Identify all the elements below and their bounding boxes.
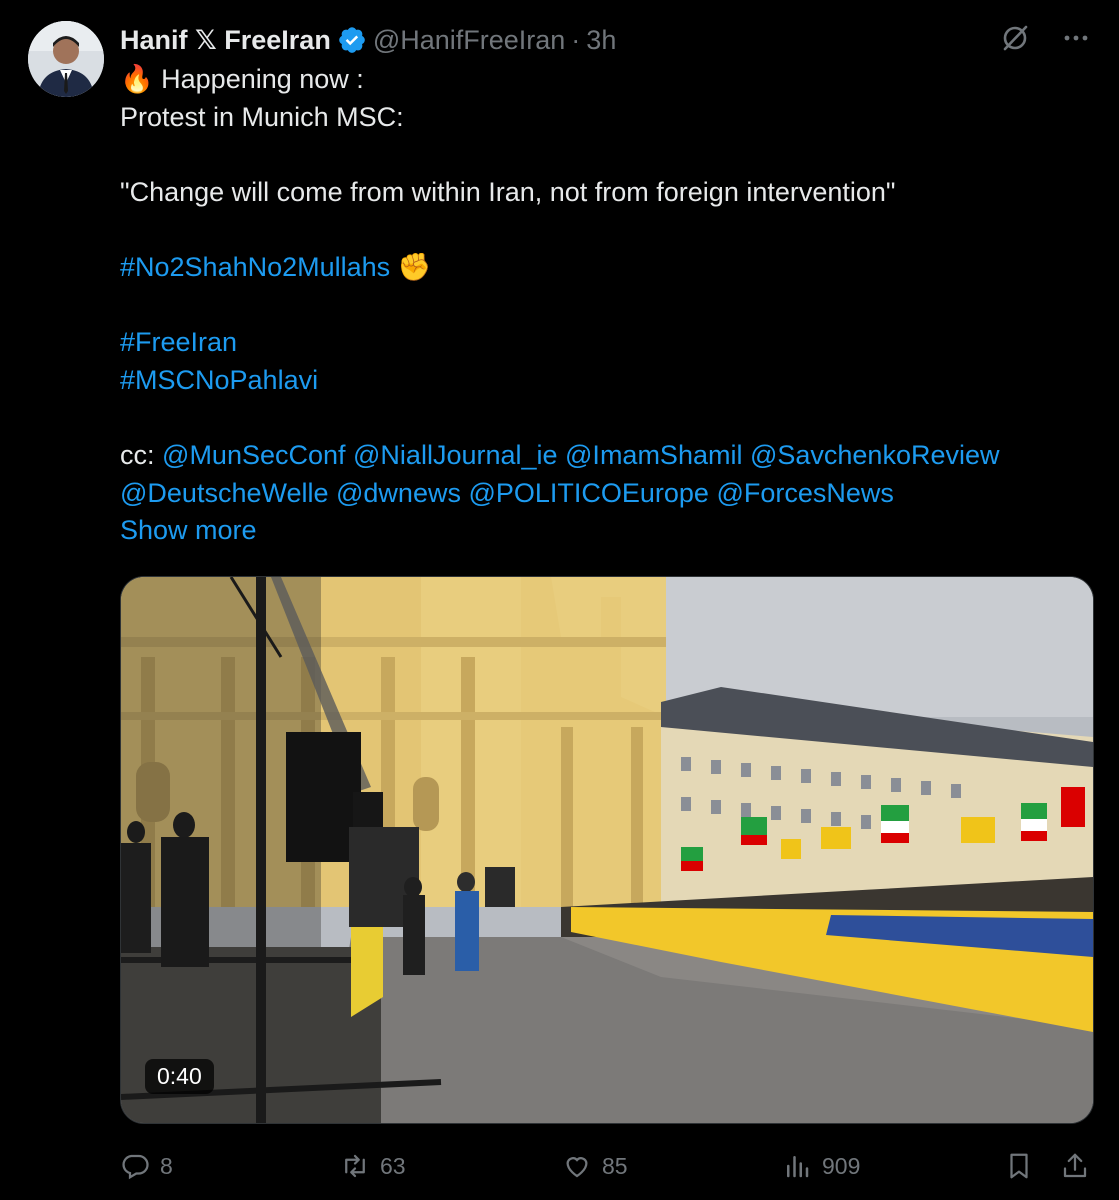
verified-badge-icon: [337, 25, 367, 55]
reply-count: 8: [160, 1152, 173, 1179]
more-icon[interactable]: [1061, 23, 1091, 58]
fire-emoji: 🔥: [120, 64, 154, 94]
author-handle[interactable]: @HanifFreeIran: [373, 25, 565, 56]
heart-icon: [566, 1157, 588, 1178]
mentions-group-2[interactable]: @DeutscheWelle @dwnews @POLITICOEurope @…: [120, 478, 894, 508]
author-name[interactable]: Hanif 𝕏 FreeIran: [120, 25, 331, 56]
mentions-line-1: cc: @MunSecConf @NiallJournal_ie @ImamSh…: [120, 437, 1080, 475]
fist-emoji: ✊: [397, 251, 432, 282]
post-header: Hanif 𝕏 FreeIran @HanifFreeIran · 3h: [120, 22, 616, 58]
reply-icon: [122, 1154, 149, 1180]
author-avatar[interactable]: [28, 21, 104, 97]
like-button[interactable]: 85: [562, 1148, 628, 1184]
text-line-1: 🔥 Happening now :: [120, 61, 1080, 99]
views-button[interactable]: 909: [782, 1148, 860, 1184]
post-text: 🔥 Happening now : Protest in Munich MSC:…: [120, 61, 1080, 550]
like-count: 85: [602, 1152, 628, 1179]
bookmark-button[interactable]: [1004, 1148, 1034, 1184]
hashtag-no2shah[interactable]: #No2ShahNo2Mullahs: [120, 252, 390, 282]
video-frame: [121, 577, 1093, 1123]
share-icon: [1063, 1153, 1087, 1178]
show-more-link[interactable]: Show more: [120, 515, 257, 545]
post-time[interactable]: 3h: [586, 25, 616, 56]
text-line-2: Protest in Munich MSC:: [120, 101, 404, 132]
views-count: 909: [822, 1152, 861, 1179]
mentions-group-1[interactable]: @MunSecConf @NiallJournal_ie @ImamShamil…: [162, 440, 999, 470]
bookmark-icon: [1010, 1153, 1028, 1179]
quote-line: "Change will come from within Iran, not …: [120, 176, 896, 207]
avatar-image: [28, 21, 104, 97]
separator-dot: ·: [571, 24, 581, 55]
hashtag-mscnopahlavi[interactable]: #MSCNoPahlavi: [120, 365, 318, 395]
hashtag-freeiran[interactable]: #FreeIran: [120, 327, 237, 357]
hashtag-line-1: #No2ShahNo2Mullahs ✊: [120, 249, 1080, 287]
header-actions: [999, 22, 1091, 59]
grok-icon[interactable]: [999, 22, 1031, 59]
reply-button[interactable]: 8: [120, 1148, 173, 1184]
post-actions: 8 63 85 909: [120, 1148, 1092, 1184]
show-more-line: Show more: [120, 512, 1080, 550]
mentions-line-2: @DeutscheWelle @dwnews @POLITICOEurope @…: [120, 475, 1080, 513]
hashtag-line-2: #FreeIran: [120, 324, 1080, 362]
repost-icon: [345, 1154, 365, 1178]
video-duration: 0:40: [145, 1059, 214, 1094]
repost-count: 63: [380, 1152, 406, 1179]
views-icon: [787, 1156, 809, 1178]
share-button[interactable]: [1060, 1148, 1090, 1184]
text-happening: Happening now :: [161, 64, 364, 94]
cc-label: cc:: [120, 439, 155, 470]
repost-button[interactable]: 63: [340, 1148, 406, 1184]
video-player[interactable]: [120, 576, 1094, 1124]
hashtag-line-3: #MSCNoPahlavi: [120, 362, 1080, 400]
